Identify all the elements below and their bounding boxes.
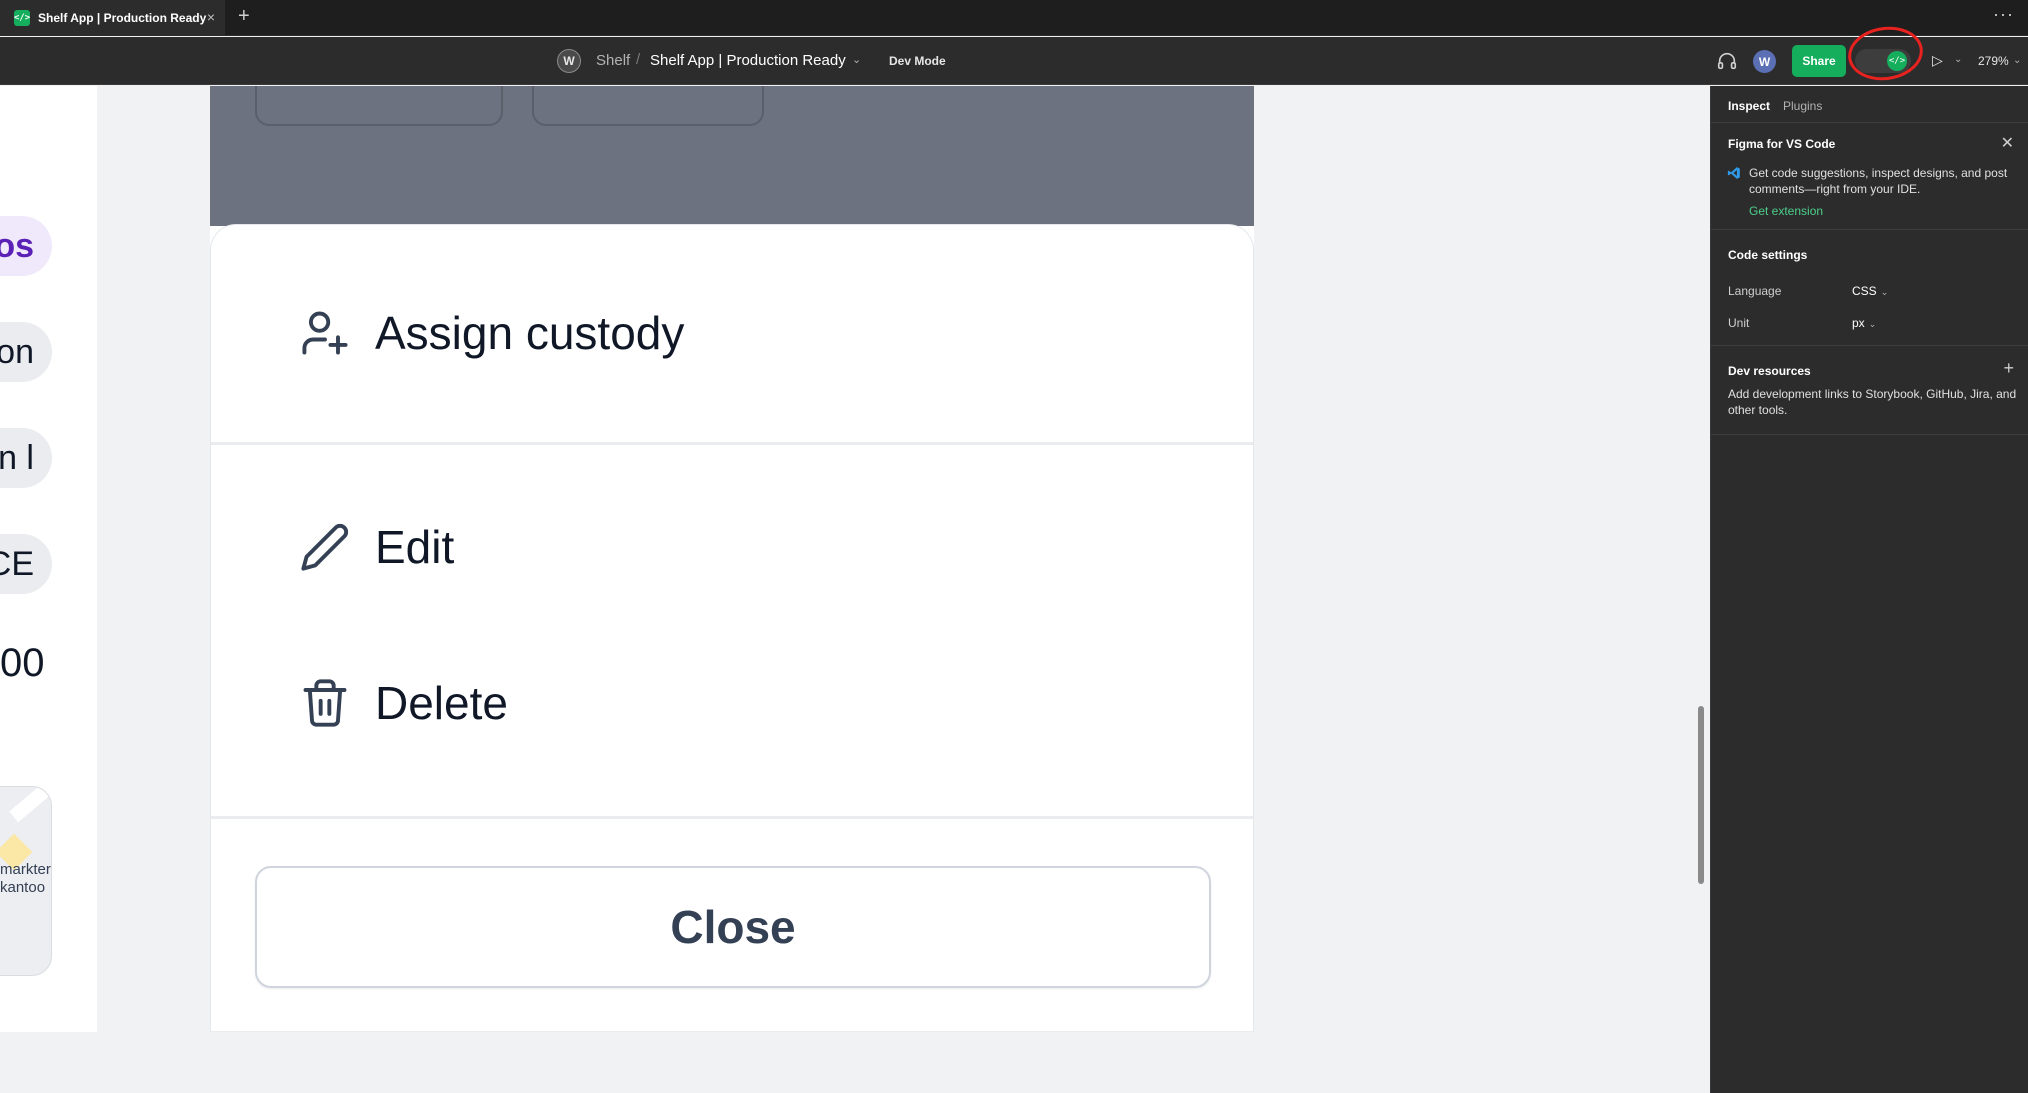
language-value: CSS bbox=[1852, 284, 1877, 298]
unit-label: Unit bbox=[1728, 316, 1750, 330]
present-chevron-icon[interactable]: ⌄ bbox=[1954, 54, 1962, 65]
dev-resources-description: Add development links to Storybook, GitH… bbox=[1728, 387, 2017, 417]
divider bbox=[211, 1031, 1253, 1032]
present-icon[interactable]: ▷ bbox=[1932, 52, 1943, 69]
unit-select[interactable]: px ⌄ bbox=[1852, 316, 1876, 330]
file-tab[interactable]: </> Shelf App | Production Ready × bbox=[0, 0, 225, 36]
workspace-avatar[interactable]: W bbox=[557, 49, 581, 73]
map-label-line: kantoo bbox=[0, 879, 46, 896]
vscode-section-title: Figma for VS Code bbox=[1728, 137, 1836, 151]
design-canvas[interactable]: os on n l CE 00 markter kantoo Assi bbox=[0, 86, 1710, 1093]
map-label: markter kantoo bbox=[0, 861, 51, 897]
file-tab-title: Shelf App | Production Ready bbox=[38, 11, 207, 25]
pencil-icon bbox=[301, 523, 349, 571]
vscode-icon bbox=[1727, 167, 1740, 179]
code-settings-section: Code settings Language CSS ⌄ Unit px ⌄ bbox=[1711, 229, 2028, 345]
dev-resources-title: Dev resources bbox=[1728, 364, 1811, 378]
tab-plugins[interactable]: Plugins bbox=[1783, 99, 1822, 113]
assign-custody-label: Assign custody bbox=[375, 307, 685, 359]
divider bbox=[211, 442, 1253, 445]
user-plus-icon bbox=[302, 311, 348, 355]
edit-label: Edit bbox=[375, 521, 455, 573]
info-pill: CE bbox=[0, 534, 52, 594]
user-avatar[interactable]: W bbox=[1753, 50, 1776, 73]
close-tab-icon[interactable]: × bbox=[207, 9, 215, 25]
breadcrumb-project[interactable]: Shelf bbox=[596, 52, 630, 69]
info-pill: n l bbox=[0, 428, 52, 488]
zoom-level[interactable]: 279% bbox=[1978, 54, 2009, 68]
assign-custody-item[interactable]: Assign custody bbox=[299, 306, 684, 360]
add-resource-icon[interactable]: + bbox=[2003, 358, 2014, 379]
vscode-section: Figma for VS Code ✕ Get code suggestions… bbox=[1711, 122, 2028, 229]
map-label-line: markter bbox=[0, 861, 51, 878]
more-options-icon[interactable]: ··· bbox=[1993, 4, 2014, 25]
tab-bar: </> Shelf App | Production Ready × + ··· bbox=[0, 0, 2028, 36]
language-label: Language bbox=[1728, 284, 1782, 298]
dimmed-button-group bbox=[255, 86, 503, 126]
delete-label: Delete bbox=[375, 677, 508, 729]
edit-item[interactable]: Edit bbox=[299, 520, 454, 574]
inspect-panel: Inspect Plugins Figma for VS Code ✕ Get … bbox=[1710, 86, 2028, 1093]
get-extension-link[interactable]: Get extension bbox=[1749, 204, 1823, 218]
dev-resources-section: Dev resources + Add development links to… bbox=[1711, 345, 2028, 435]
tab-inspect[interactable]: Inspect bbox=[1728, 99, 1770, 113]
dev-mode-label: Dev Mode bbox=[889, 54, 946, 68]
chevron-down-icon: ⌄ bbox=[1868, 319, 1877, 329]
close-button-label: Close bbox=[670, 901, 796, 953]
new-tab-icon[interactable]: + bbox=[238, 5, 250, 28]
share-button[interactable]: Share bbox=[1792, 45, 1846, 77]
trash-icon bbox=[303, 679, 347, 727]
close-icon[interactable]: ✕ bbox=[2001, 133, 2014, 153]
headphones-icon[interactable] bbox=[1716, 50, 1738, 72]
divider bbox=[211, 816, 1253, 819]
dev-mode-file-icon: </> bbox=[14, 10, 30, 26]
toolbar: W Shelf / Shelf App | Production Ready ⌄… bbox=[0, 37, 2028, 85]
info-pill: on bbox=[0, 322, 52, 382]
chevron-down-icon: ⌄ bbox=[1880, 287, 1889, 297]
status-pill: os bbox=[0, 216, 52, 276]
unit-value: px bbox=[1852, 316, 1865, 330]
delete-item[interactable]: Delete bbox=[299, 676, 508, 730]
action-sheet: Assign custody Edit Delete Close bbox=[210, 224, 1254, 1032]
zoom-chevron-icon[interactable]: ⌄ bbox=[2013, 55, 2021, 66]
dimmed-button bbox=[532, 86, 764, 126]
breadcrumb-file-name[interactable]: Shelf App | Production Ready bbox=[650, 52, 846, 69]
close-button[interactable]: Close bbox=[255, 866, 1211, 988]
vscode-description: Get code suggestions, inspect designs, a… bbox=[1749, 166, 2008, 196]
file-menu-chevron-icon[interactable]: ⌄ bbox=[852, 53, 861, 66]
canvas-scrollbar[interactable] bbox=[1698, 706, 1704, 884]
language-select[interactable]: CSS ⌄ bbox=[1852, 284, 1888, 298]
code-settings-title: Code settings bbox=[1728, 248, 1808, 262]
value-number: 00 bbox=[0, 641, 45, 685]
mobile-frame: Assign custody Edit Delete Close bbox=[210, 86, 1254, 1032]
adjacent-frame: os on n l CE 00 markter kantoo bbox=[0, 86, 97, 1032]
modal-backdrop bbox=[210, 86, 1254, 226]
breadcrumb-separator: / bbox=[636, 51, 641, 68]
panel-tabs: Inspect Plugins bbox=[1711, 86, 2028, 122]
